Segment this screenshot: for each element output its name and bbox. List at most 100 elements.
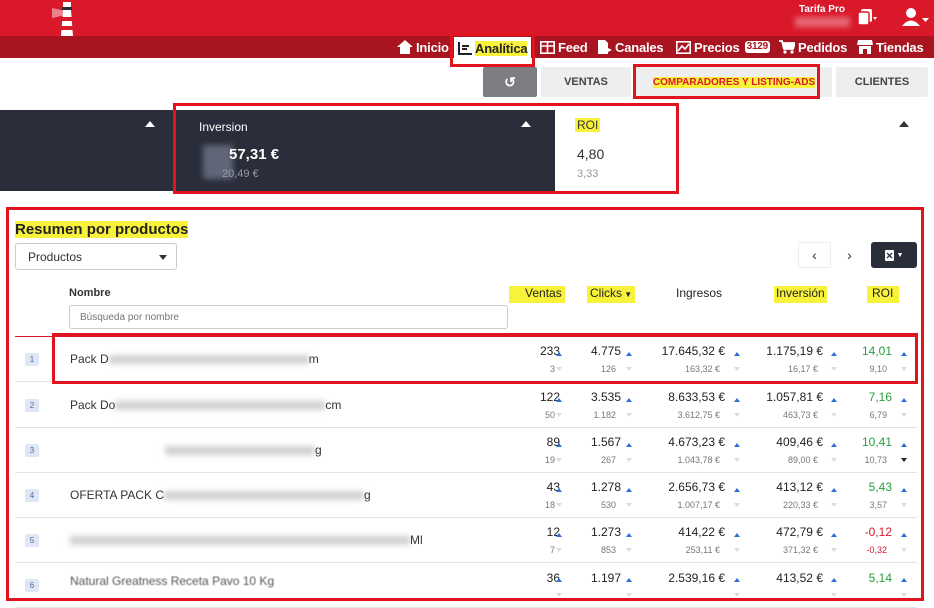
ingresos-previous: 253,11 € (685, 545, 720, 555)
table-row[interactable]: 4 OFERTA PACK Cg 43 18 1.278 530 2.656,73 €1.0… (15, 473, 917, 518)
table-row[interactable]: 1 Pack Dm 233 3 4.775 126 17.645,32 €163,32 €1… (15, 337, 917, 382)
trend-down-icon (734, 548, 740, 552)
trend-up-icon (901, 533, 907, 537)
lighthouse-logo[interactable] (52, 0, 82, 36)
group-by-select[interactable]: Productos (15, 243, 177, 270)
product-name[interactable]: Pack D m (70, 352, 319, 366)
product-name[interactable]: OFERTA PACK C g (70, 488, 371, 502)
table-row[interactable]: 2 Pack Do cm 122 50 3.535 1.182 8.633,53 €3.612… (15, 383, 917, 428)
blurred-text (165, 446, 315, 456)
ingresos-previous: 1.043,78 € (677, 455, 720, 465)
prev-page-button[interactable]: ‹ (798, 242, 831, 268)
table-row[interactable]: 6 Natural Greatness Receta Pavo 10 Kg 36 1.… (15, 563, 917, 608)
trend-down-icon (626, 503, 632, 507)
trend-up-icon (901, 352, 907, 356)
trend-up-icon (556, 488, 562, 492)
home-icon (397, 40, 413, 54)
col-roi[interactable]: ROI (867, 286, 900, 303)
inversion-value: 413,52 € (776, 571, 823, 585)
trend-down-icon (626, 458, 632, 462)
col-label: Clicks (590, 286, 622, 300)
nav-canales[interactable]: Canales (597, 38, 664, 56)
nav-feed[interactable]: Feed (540, 38, 588, 56)
nav-inicio[interactable]: Inicio (397, 38, 449, 56)
product-name[interactable]: Pack Do cm (70, 398, 341, 412)
roi-sub: 3,33 (577, 168, 599, 180)
trend-up-icon (831, 443, 837, 447)
trend-up-icon (626, 533, 632, 537)
trend-down-icon (556, 548, 562, 552)
trend-down-icon (734, 593, 740, 597)
tab-comparadores[interactable]: COMPARADORES Y LISTING-ADS (636, 67, 832, 97)
product-name-end: g (364, 488, 371, 502)
user-icon[interactable] (902, 7, 930, 27)
clicks-value: 1.273 (590, 525, 621, 539)
clicks-value: 3.535 (590, 390, 621, 404)
collapse-caret-icon[interactable] (145, 121, 155, 127)
roi-value: 4,80 (577, 146, 605, 162)
nav-analitica[interactable]: Analítica (454, 37, 531, 60)
nav-label: Feed (558, 39, 588, 55)
col-clicks[interactable]: Clicks ▼ (587, 286, 636, 303)
roi-value: 5,43 (868, 480, 892, 494)
search-input[interactable] (69, 305, 508, 329)
tab-ventas[interactable]: VENTAS (541, 67, 631, 97)
trend-up-icon (626, 398, 632, 402)
trend-up-icon (831, 398, 837, 402)
inversion-value: 1.175,19 € (766, 344, 823, 358)
trend-up-icon (901, 443, 907, 447)
ingresos-value: 17.645,32 € (661, 344, 725, 358)
trend-up-icon (901, 398, 907, 402)
trend-down-icon (831, 367, 837, 371)
export-button[interactable]: ▼ (871, 242, 917, 268)
nav-precios[interactable]: Precios 3129 (676, 38, 771, 56)
nav-tiendas[interactable]: Tiendas (857, 38, 924, 56)
trend-up-icon (901, 578, 907, 582)
roi-value: 10,41 (861, 435, 892, 449)
roi-previous: 3,57 (869, 500, 887, 510)
next-page-button[interactable]: › (833, 242, 866, 268)
nav-pedidos[interactable]: Pedidos (779, 38, 847, 56)
trend-up-icon (556, 443, 562, 447)
nav-label: Precios (694, 39, 740, 55)
col-ventas[interactable]: Ventas (509, 286, 565, 303)
clicks-previous: 267 (600, 455, 616, 465)
trend-down-icon (626, 593, 632, 597)
product-name[interactable]: g (165, 443, 322, 457)
collapse-caret-icon[interactable] (899, 121, 909, 127)
product-name[interactable]: Ml (70, 533, 423, 547)
trend-down-icon (626, 548, 632, 552)
table-row[interactable]: 5 Ml 12 7 1.273 853 414,22 €253,11 €472,79 €37… (15, 518, 917, 563)
trend-down-icon (626, 367, 632, 371)
trend-down-icon (556, 593, 562, 597)
nav-label: Canales (615, 39, 664, 55)
ingresos-previous: 163,32 € (684, 364, 720, 374)
product-name-start: Pack Do (70, 398, 116, 412)
trend-up-icon (831, 578, 837, 582)
copy-icon[interactable] (857, 8, 877, 26)
trend-down-icon (734, 367, 740, 371)
ingresos-previous: 1.007,17 € (677, 500, 720, 510)
row-index: 1 (25, 353, 39, 366)
trend-down-icon (831, 458, 837, 462)
roi-previous: 6,79 (869, 410, 887, 420)
inversion-title: Inversion (199, 120, 248, 134)
trend-down-icon (901, 413, 907, 417)
tab-clientes[interactable]: CLIENTES (836, 67, 928, 97)
excel-icon (884, 249, 894, 261)
roi-previous: 10,73 (864, 455, 887, 465)
inversion-previous: 16,17 € (787, 364, 818, 374)
product-name-start: OFERTA PACK C (70, 488, 165, 502)
table-row[interactable]: 3 g 89 19 1.567 267 4.673,23 €1.043,78 €409,46… (15, 428, 917, 473)
trend-up-icon (734, 488, 740, 492)
col-inversion[interactable]: Inversión (774, 286, 827, 303)
product-name[interactable]: Natural Greatness Receta Pavo 10 Kg (70, 574, 274, 588)
trend-up-icon (626, 578, 632, 582)
clicks-value: 1.567 (590, 435, 621, 449)
reset-button[interactable]: ↺ (483, 67, 537, 97)
chart-icon (676, 40, 691, 54)
blurred-text (115, 401, 326, 411)
collapse-caret-icon[interactable] (521, 121, 531, 127)
col-ingresos[interactable]: Ingresos (676, 286, 722, 300)
trend-up-icon (626, 352, 632, 356)
